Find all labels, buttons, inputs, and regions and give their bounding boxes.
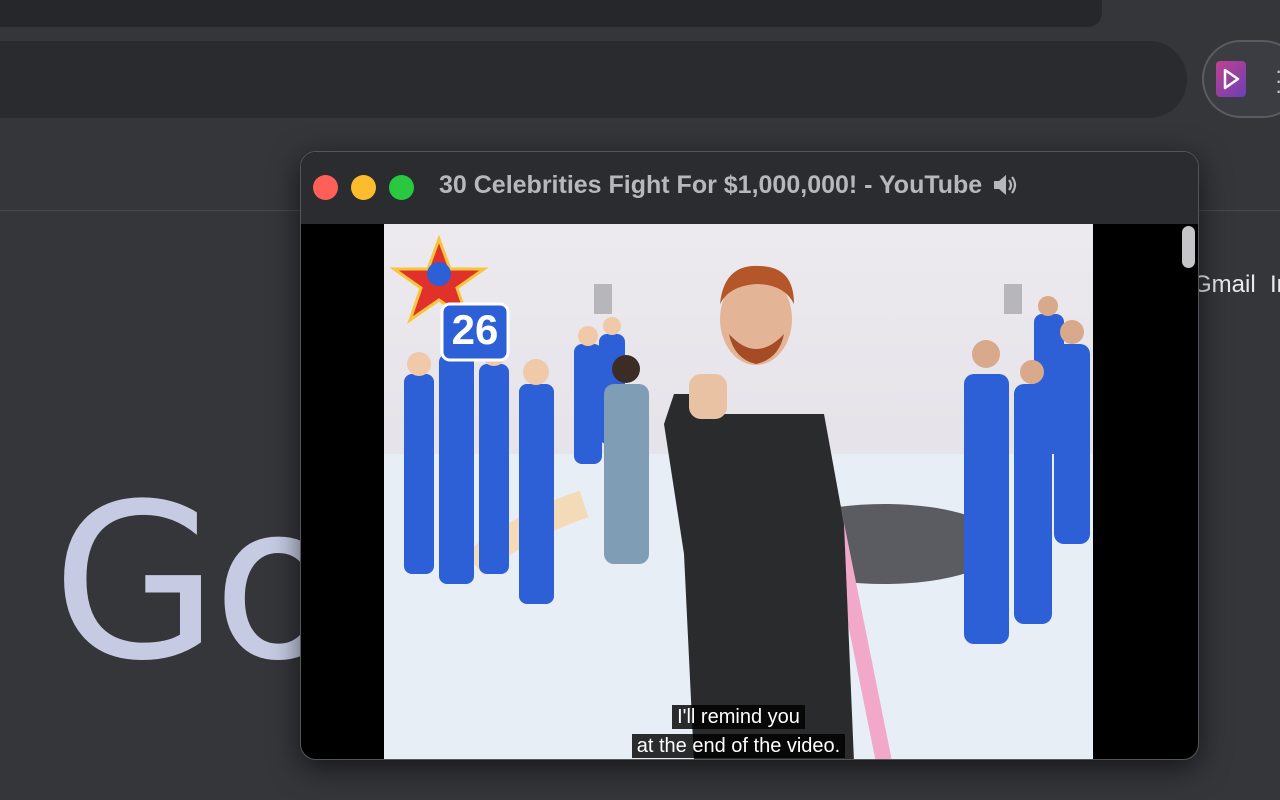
video-scene	[384, 234, 1093, 759]
address-bar[interactable]	[0, 41, 1187, 118]
video-frame[interactable]: 26 I'll remind you at the end of the vid…	[384, 224, 1093, 759]
pip-title-bar[interactable]: 30 Celebrities Fight For $1,000,000! - Y…	[301, 152, 1198, 224]
picture-in-picture-window[interactable]: 30 Celebrities Fight For $1,000,000! - Y…	[300, 151, 1199, 760]
maximize-button[interactable]	[389, 175, 414, 200]
minimize-button[interactable]	[351, 175, 376, 200]
pip-title: 30 Celebrities Fight For $1,000,000! - Y…	[439, 170, 1020, 200]
speaker-icon	[994, 175, 1017, 195]
caption-text-2: at the end of the video.	[631, 734, 846, 758]
close-button[interactable]	[313, 175, 338, 200]
images-link[interactable]: Ir	[1270, 271, 1280, 299]
caption-line-1: I'll remind you	[384, 705, 1093, 729]
pointing-hand	[689, 374, 727, 419]
gmail-link[interactable]: Gmail	[1193, 271, 1256, 299]
pip-title-text: 30 Celebrities Fight For $1,000,000! - Y…	[439, 170, 983, 199]
scrollbar-thumb[interactable]	[1182, 226, 1195, 268]
caption-line-2: at the end of the video.	[384, 734, 1093, 758]
caption-text-1: I'll remind you	[672, 705, 805, 729]
badge-number: 26	[451, 306, 499, 353]
more-icon[interactable]: ···	[1275, 60, 1280, 102]
play-extension-icon[interactable]	[1216, 61, 1246, 97]
browser-top-bar	[0, 0, 1102, 27]
